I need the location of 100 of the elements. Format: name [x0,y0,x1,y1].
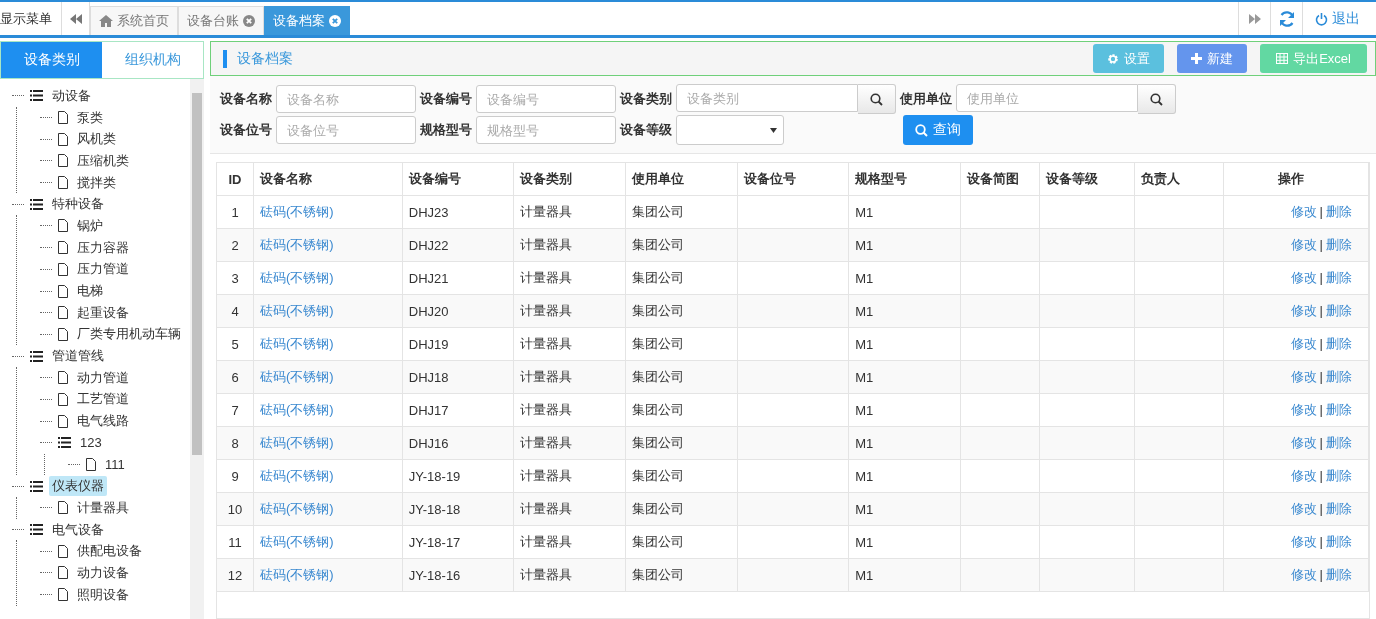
delete-link[interactable]: 删除 [1326,237,1352,252]
tree-item[interactable]: 动力管道 [74,367,132,388]
delete-link[interactable]: 删除 [1326,336,1352,351]
tree-item[interactable]: 厂类专用机动车辆 [74,324,184,345]
table-cell: 计量器具 [520,435,573,450]
column-header: 设备等级 [1039,163,1135,196]
equipment-link[interactable]: 砝码(不锈钢) [260,402,334,417]
filter-label: 设备等级 [620,121,672,139]
equipment-link[interactable]: 砝码(不锈钢) [260,204,334,219]
edit-link[interactable]: 修改 [1290,336,1317,351]
input-field[interactable]: 设备编号 [476,85,616,113]
table-cell: 集团公司 [632,435,684,450]
input-field[interactable]: 设备类别 [676,84,858,112]
tree-item[interactable]: 供配电设备 [74,541,145,562]
tree-item[interactable]: 工艺管道 [74,389,132,410]
delete-link[interactable]: 删除 [1326,270,1352,285]
input-field[interactable]: 规格型号 [476,116,616,144]
edit-link[interactable]: 修改 [1290,204,1317,219]
table-cell: M1 [855,501,874,517]
tree-item[interactable]: 泵类 [74,107,106,128]
table-cell: 集团公司 [632,567,684,582]
tree-item[interactable]: 照明设备 [74,584,132,605]
delete-link[interactable]: 删除 [1326,468,1352,483]
tree-item[interactable]: 管道管线 [49,346,107,367]
table-cell: 计量器具 [520,534,573,549]
close-icon[interactable] [243,15,255,27]
tree-item[interactable]: 特种设备 [49,194,107,215]
toolbar-button[interactable]: 新建 [1177,44,1248,73]
table-cell: M1 [855,303,874,319]
edit-link[interactable]: 修改 [1290,435,1317,450]
filter-label: 设备类别 [620,90,672,108]
sidebar-tab[interactable]: 设备类别 [1,42,102,78]
search-button[interactable] [1138,84,1176,114]
separator: | [1319,402,1323,417]
file-icon [58,588,68,602]
table-cell: 集团公司 [632,237,684,252]
file-icon [58,262,68,276]
edit-link[interactable]: 修改 [1290,534,1317,549]
page-tab[interactable]: 设备台账 [178,6,264,35]
table-cell: JY-18-19 [408,468,461,484]
input-field[interactable]: 使用单位 [956,84,1138,112]
tree-item[interactable]: 锅炉 [74,215,106,236]
table-cell: 计量器具 [520,402,573,417]
edit-link[interactable]: 修改 [1290,237,1317,252]
scrollbar[interactable] [190,79,204,619]
equipment-link[interactable]: 砝码(不锈钢) [260,270,334,285]
table-cell: 1 [231,204,239,220]
toolbar-button[interactable]: 设置 [1093,44,1165,73]
input-field[interactable]: 设备名称 [276,85,416,113]
delete-link[interactable]: 删除 [1326,501,1352,516]
edit-link[interactable]: 修改 [1290,468,1317,483]
edit-link[interactable]: 修改 [1290,501,1317,516]
edit-link[interactable]: 修改 [1290,270,1317,285]
file-icon [58,371,68,385]
tree-item[interactable]: 电气设备 [49,519,107,540]
close-icon[interactable] [329,15,341,27]
equipment-link[interactable]: 砝码(不锈钢) [260,468,334,483]
equipment-link[interactable]: 砝码(不锈钢) [260,336,334,351]
tree-item[interactable]: 动设备 [49,85,94,106]
equipment-link[interactable]: 砝码(不锈钢) [260,534,334,549]
filter-label: 使用单位 [900,90,952,108]
search-button[interactable] [858,84,896,114]
tree-item[interactable]: 111 [102,456,128,474]
edit-link[interactable]: 修改 [1290,402,1317,417]
delete-link[interactable]: 删除 [1326,303,1352,318]
list-icon [30,350,43,362]
tree-item[interactable]: 搅拌类 [74,172,119,193]
tree-item[interactable]: 风机类 [74,129,119,150]
tree-item[interactable]: 仪表仪器 [49,476,107,497]
select-field[interactable] [676,115,784,145]
tree-item[interactable]: 计量器具 [74,497,132,518]
delete-link[interactable]: 删除 [1326,204,1352,219]
page-tab[interactable]: 系统首页 [90,6,178,35]
delete-link[interactable]: 删除 [1326,534,1352,549]
edit-link[interactable]: 修改 [1290,567,1317,582]
menu-toggle-button[interactable]: 显示菜单 [0,2,62,35]
tree-item[interactable]: 电梯 [74,281,106,302]
tree-item[interactable]: 起重设备 [74,302,132,323]
table-cell: 集团公司 [632,204,684,219]
edit-link[interactable]: 修改 [1290,303,1317,318]
tree-item[interactable]: 电气线路 [74,411,132,432]
table-cell: M1 [855,567,874,583]
tree-item[interactable]: 123 [77,434,105,452]
table-cell: DHJ18 [408,369,449,385]
tree-item[interactable]: 动力设备 [74,562,132,583]
tree-item[interactable]: 压力容器 [74,237,132,258]
edit-link[interactable]: 修改 [1290,369,1317,384]
table-cell: M1 [855,534,874,550]
delete-link[interactable]: 删除 [1326,402,1352,417]
tree-item[interactable]: 压缩机类 [74,150,132,171]
file-icon [58,501,68,515]
delete-link[interactable]: 删除 [1326,567,1352,582]
page-tab[interactable]: 设备档案 [264,6,350,35]
delete-link[interactable]: 删除 [1326,369,1352,384]
table-cell: M1 [855,402,874,418]
tree-item[interactable]: 压力管道 [74,259,132,280]
home-icon [99,15,113,27]
delete-link[interactable]: 删除 [1326,435,1352,450]
input-field[interactable]: 设备位号 [276,116,416,144]
search-button[interactable]: 查询 [903,115,973,145]
